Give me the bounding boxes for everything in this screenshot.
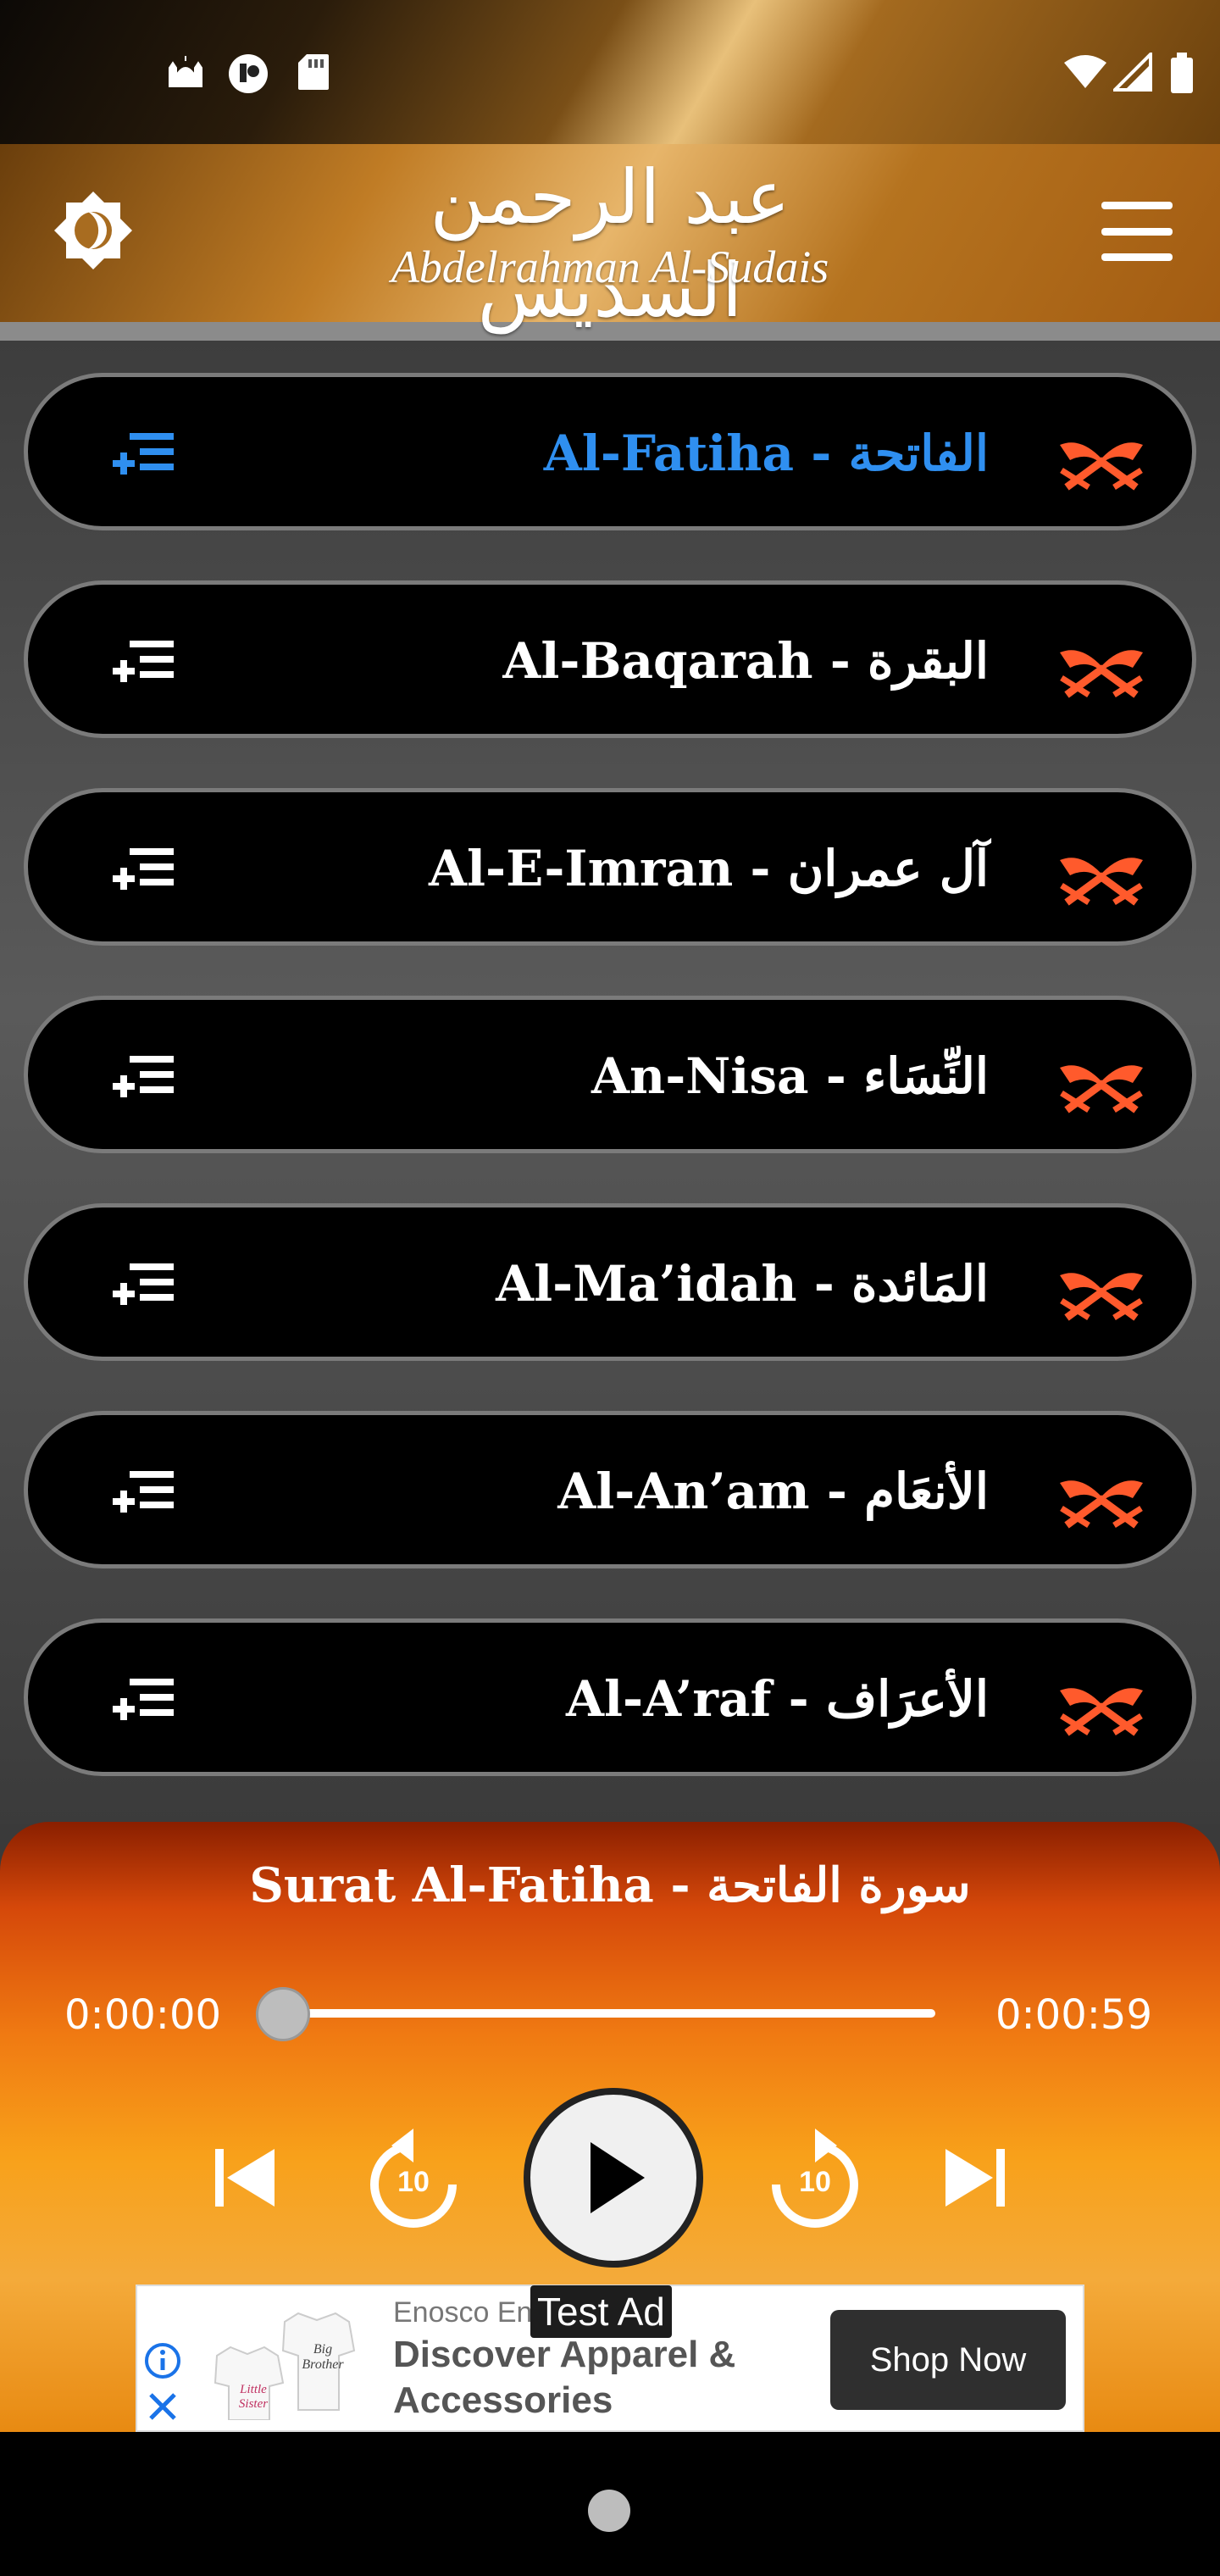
skip-previous-button[interactable] xyxy=(202,2135,286,2220)
app-notification-icon xyxy=(227,53,269,101)
sd-card-icon xyxy=(297,53,330,97)
test-ad-label: Test Ad xyxy=(530,2285,672,2338)
quran-book-icon xyxy=(1060,442,1143,491)
ad-headline: Discover Apparel & Accessories xyxy=(393,2334,736,2421)
surah-row-al-fatiha[interactable]: Al-Fatiha - الفاتحة xyxy=(24,373,1196,530)
brightness-icon xyxy=(54,192,132,269)
play-button[interactable] xyxy=(524,2088,703,2268)
quran-book-icon xyxy=(1060,650,1143,698)
surah-title: Al-Ma’idah - المَائدة xyxy=(496,1255,989,1313)
status-bar xyxy=(0,0,1220,144)
wifi-icon xyxy=(1062,53,1108,97)
surah-row-al-baqarah[interactable]: Al-Baqarah - البقرة xyxy=(24,580,1196,738)
surah-title: Al-E-Imran - آل عمران xyxy=(428,840,989,897)
signal-icon xyxy=(1111,50,1152,97)
forward-seconds: 10 xyxy=(799,2166,831,2198)
seek-bar[interactable] xyxy=(256,1987,935,2041)
add-to-playlist-icon[interactable] xyxy=(111,1052,175,1105)
forward-10-button[interactable]: 10 xyxy=(764,2124,866,2234)
battery-icon xyxy=(1169,53,1195,101)
add-to-playlist-icon[interactable] xyxy=(111,1260,175,1313)
surah-title: Al-An’am - الأنعَام xyxy=(557,1463,989,1520)
rewind-10-button[interactable]: 10 xyxy=(363,2124,464,2234)
quran-book-icon xyxy=(1060,1480,1143,1529)
quran-book-icon xyxy=(1060,1273,1143,1321)
quran-book-icon xyxy=(1060,1688,1143,1736)
seek-thumb[interactable] xyxy=(256,1987,310,2041)
play-icon xyxy=(591,2142,645,2213)
add-to-playlist-icon[interactable] xyxy=(111,845,175,897)
skip-next-button[interactable] xyxy=(934,2135,1018,2220)
home-button[interactable] xyxy=(588,2490,630,2532)
ad-product-image: Big Brother Little Sister xyxy=(210,2301,363,2421)
add-to-playlist-icon[interactable] xyxy=(111,1675,175,1728)
quran-book-icon xyxy=(1060,1065,1143,1113)
surah-title: Al-Baqarah - البقرة xyxy=(502,632,989,690)
ad-image-text-1: Big Brother xyxy=(302,2342,344,2372)
surah-row-an-nisa[interactable]: An-Nisa - النِّسَاء xyxy=(24,996,1196,1153)
mosque-icon xyxy=(166,53,205,97)
add-to-playlist-icon[interactable] xyxy=(111,1468,175,1520)
add-to-playlist-icon[interactable] xyxy=(111,430,175,482)
shop-now-button[interactable]: Shop Now xyxy=(830,2310,1066,2410)
hamburger-menu-icon[interactable] xyxy=(1101,202,1173,261)
add-to-playlist-icon[interactable] xyxy=(111,637,175,690)
surah-row-al-maidah[interactable]: Al-Ma’idah - المَائدة xyxy=(24,1203,1196,1361)
close-icon[interactable] xyxy=(146,2390,180,2423)
current-time: 0:00:00 xyxy=(64,1991,222,2039)
theme-toggle-button[interactable] xyxy=(49,186,137,275)
surah-title: Al-Fatiha - الفاتحة xyxy=(543,425,989,482)
surah-list: Al-Fatiha - الفاتحة Al-Baqarah - البقرة … xyxy=(0,341,1220,1824)
system-nav-bar xyxy=(0,2432,1220,2576)
surah-row-al-e-imran[interactable]: Al-E-Imran - آل عمران xyxy=(24,788,1196,946)
app-title-latin: Abdelrahman Al-Sudais xyxy=(391,242,829,292)
rewind-seconds: 10 xyxy=(397,2166,430,2198)
ad-advertiser: Enosco En xyxy=(393,2296,533,2329)
total-time: 0:00:59 xyxy=(995,1991,1152,2039)
now-playing-title: Surat Al-Fatiha - سورة الفاتحة xyxy=(249,1857,971,1913)
surah-title: Al-A’raf - الأعرَاف xyxy=(565,1670,989,1728)
info-icon[interactable] xyxy=(144,2342,181,2379)
surah-row-al-anam[interactable]: Al-An’am - الأنعَام xyxy=(24,1411,1196,1568)
surah-row-al-araf[interactable]: Al-A’raf - الأعرَاف xyxy=(24,1618,1196,1776)
skip-previous-icon xyxy=(215,2149,274,2207)
skip-next-icon xyxy=(946,2149,1005,2207)
ad-image-text-2: Little Sister xyxy=(238,2383,269,2411)
surah-title: An-Nisa - النِّسَاء xyxy=(591,1047,989,1105)
quran-book-icon xyxy=(1060,858,1143,906)
